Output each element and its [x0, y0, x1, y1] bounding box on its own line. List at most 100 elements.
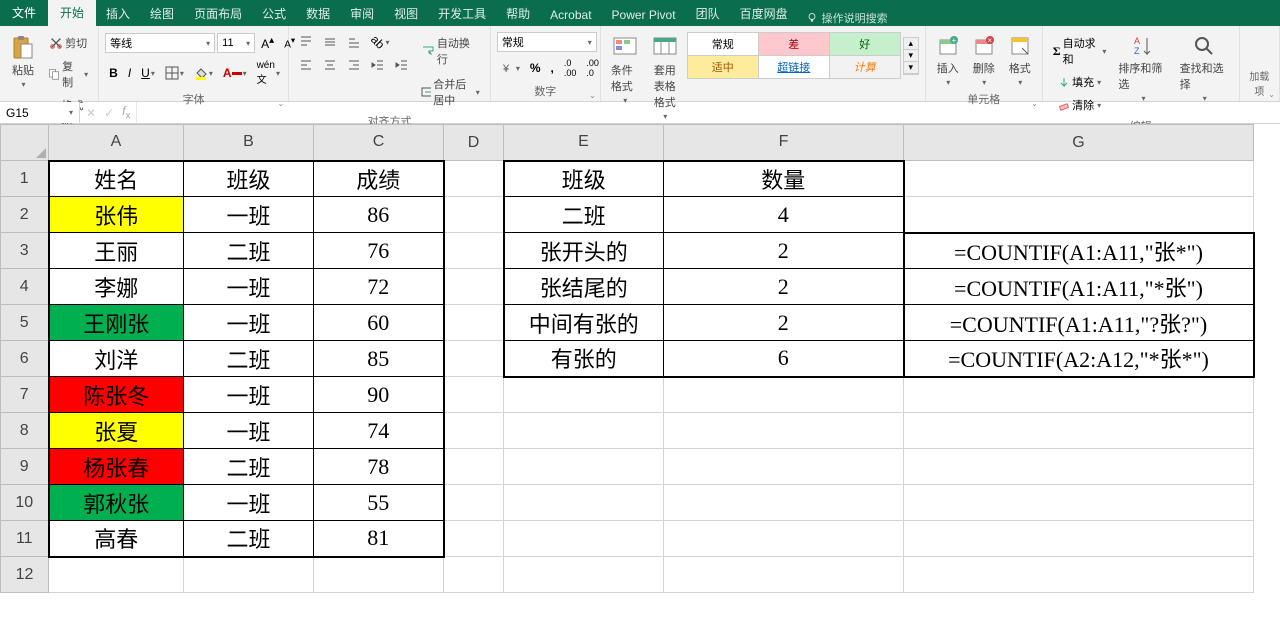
cell-B4[interactable]: 一班 [184, 269, 314, 305]
style-link[interactable]: 超链接 [759, 56, 829, 78]
cell-B5[interactable]: 一班 [184, 305, 314, 341]
style-neutral[interactable]: 适中 [688, 56, 758, 78]
tell-me-search[interactable]: 操作说明搜索 [806, 10, 888, 26]
col-header-B[interactable]: B [184, 125, 314, 161]
cell-B8[interactable]: 一班 [184, 413, 314, 449]
font-color-button[interactable]: A▾ [219, 63, 251, 83]
cell-E12[interactable] [504, 557, 664, 593]
cell-C2[interactable]: 86 [314, 197, 444, 233]
gallery-up-icon[interactable]: ▴ [904, 38, 918, 50]
cell-A5[interactable]: 王刚张 [49, 305, 184, 341]
cell-G4[interactable]: =COUNTIF(A1:A11,"*张") [904, 269, 1254, 305]
tab-home[interactable]: 开始 [48, 0, 96, 26]
cell-G10[interactable] [904, 485, 1254, 521]
row-header-11[interactable]: 11 [1, 521, 49, 557]
cell-F1[interactable]: 数量 [664, 161, 904, 197]
tab-insert[interactable]: 插入 [96, 1, 140, 26]
increase-font-button[interactable]: A▴ [257, 32, 278, 54]
cell-D6[interactable] [444, 341, 504, 377]
row-header-3[interactable]: 3 [1, 233, 49, 269]
align-top-button[interactable] [295, 32, 317, 52]
tab-file[interactable]: 文件 [0, 0, 48, 26]
cell-E8[interactable] [504, 413, 664, 449]
cell-C1[interactable]: 成绩 [314, 161, 444, 197]
cell-A6[interactable]: 刘洋 [49, 341, 184, 377]
cell-B6[interactable]: 二班 [184, 341, 314, 377]
cell-D8[interactable] [444, 413, 504, 449]
decrease-decimal-button[interactable]: .00.0 [582, 55, 603, 81]
align-center-button[interactable] [319, 55, 341, 75]
orientation-button[interactable]: ab▾ [367, 32, 393, 52]
row-header-5[interactable]: 5 [1, 305, 49, 341]
cell-G2[interactable] [904, 197, 1254, 233]
tab-review[interactable]: 审阅 [340, 1, 384, 26]
col-header-E[interactable]: E [504, 125, 664, 161]
cell-D4[interactable] [444, 269, 504, 305]
increase-indent-button[interactable] [391, 55, 413, 75]
font-name-select[interactable]: 等线▾ [105, 33, 215, 53]
gallery-down-icon[interactable]: ▾ [904, 50, 918, 62]
tab-draw[interactable]: 绘图 [140, 1, 184, 26]
bold-button[interactable]: B [105, 63, 122, 83]
find-select-button[interactable]: 查找和选择▾ [1176, 32, 1233, 105]
cell-E7[interactable] [504, 377, 664, 413]
fill-button[interactable]: 填充▾ [1049, 71, 1111, 93]
style-good[interactable]: 好 [830, 33, 900, 55]
font-size-select[interactable]: 11▾ [217, 33, 255, 53]
cell-C7[interactable]: 90 [314, 377, 444, 413]
cell-D9[interactable] [444, 449, 504, 485]
col-header-D[interactable]: D [444, 125, 504, 161]
cell-C6[interactable]: 85 [314, 341, 444, 377]
cell-F12[interactable] [664, 557, 904, 593]
cell-F8[interactable] [664, 413, 904, 449]
cell-A8[interactable]: 张夏 [49, 413, 184, 449]
cell-A9[interactable]: 杨张春 [49, 449, 184, 485]
cell-D10[interactable] [444, 485, 504, 521]
cell-G5[interactable]: =COUNTIF(A1:A11,"?张?") [904, 305, 1254, 341]
cell-C10[interactable]: 55 [314, 485, 444, 521]
cell-B7[interactable]: 一班 [184, 377, 314, 413]
cell-F3[interactable]: 2 [664, 233, 904, 269]
cell-A11[interactable]: 高春 [49, 521, 184, 557]
align-right-button[interactable] [343, 55, 365, 75]
cell-E6[interactable]: 有张的 [504, 341, 664, 377]
delete-cells-button[interactable]: × 删除▾ [968, 32, 1000, 89]
cell-G9[interactable] [904, 449, 1254, 485]
cell-D3[interactable] [444, 233, 504, 269]
cell-G7[interactable] [904, 377, 1254, 413]
gallery-more-icon[interactable]: ▾ [904, 62, 918, 74]
wrap-text-button[interactable]: 自动换行 [417, 32, 484, 70]
cell-D2[interactable] [444, 197, 504, 233]
cell-B3[interactable]: 二班 [184, 233, 314, 269]
cell-G11[interactable] [904, 521, 1254, 557]
cell-C11[interactable]: 81 [314, 521, 444, 557]
underline-button[interactable]: U▾ [137, 63, 159, 83]
cell-E1[interactable]: 班级 [504, 161, 664, 197]
cell-F5[interactable]: 2 [664, 305, 904, 341]
row-header-8[interactable]: 8 [1, 413, 49, 449]
cell-C3[interactable]: 76 [314, 233, 444, 269]
cell-G12[interactable] [904, 557, 1254, 593]
style-bad[interactable]: 差 [759, 33, 829, 55]
style-calc[interactable]: 计算 [830, 56, 900, 78]
cell-B2[interactable]: 一班 [184, 197, 314, 233]
col-header-G[interactable]: G [904, 125, 1254, 161]
cell-styles-gallery[interactable]: 常规 差 好 适中 超链接 计算 [687, 32, 901, 79]
format-cells-button[interactable]: 格式▾ [1004, 32, 1036, 89]
cell-E2[interactable]: 二班 [504, 197, 664, 233]
tab-powerpivot[interactable]: Power Pivot [602, 4, 686, 26]
cell-E4[interactable]: 张结尾的 [504, 269, 664, 305]
align-left-button[interactable] [295, 55, 317, 75]
cell-D11[interactable] [444, 521, 504, 557]
cell-B11[interactable]: 二班 [184, 521, 314, 557]
cell-A2[interactable]: 张伟 [49, 197, 184, 233]
cell-A12[interactable] [49, 557, 184, 593]
cell-B1[interactable]: 班级 [184, 161, 314, 197]
cell-E3[interactable]: 张开头的 [504, 233, 664, 269]
cell-C8[interactable]: 74 [314, 413, 444, 449]
row-header-6[interactable]: 6 [1, 341, 49, 377]
row-header-12[interactable]: 12 [1, 557, 49, 593]
cell-B9[interactable]: 二班 [184, 449, 314, 485]
paste-button[interactable]: 粘贴 ▾ [6, 32, 40, 91]
cell-D1[interactable] [444, 161, 504, 197]
